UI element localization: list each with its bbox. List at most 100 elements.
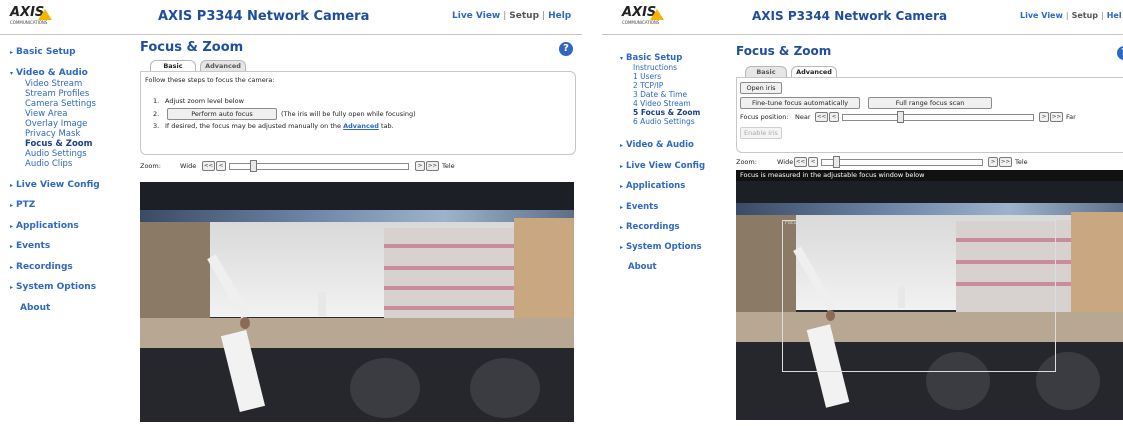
sidebar: ▸ Basic Setup ▾ Video & Audio Video Stream… [0,36,128,426]
sidebar-item-audio-settings[interactable]: 6 Audio Settings [633,117,695,126]
nav-label: Basic Setup [16,47,76,57]
arrow-right-icon: ▸ [10,202,14,209]
focus-window-label: Focus window [785,220,820,226]
zoom-slider-thumb[interactable] [249,160,257,172]
panel-gap [582,0,602,426]
arrow-down-icon: ▾ [10,70,14,77]
nav-events[interactable]: ▸ Events [620,202,658,212]
link-separator: | [542,11,546,21]
nav-events[interactable]: ▸ Events [10,241,50,251]
sidebar-item-tcpip[interactable]: 2 TCP/IP [633,81,663,90]
zoom-tele-fast-button[interactable]: >> [426,161,439,171]
nav-label: Recordings [16,262,73,272]
zoom-wide-fast-button[interactable]: << [202,161,215,171]
sidebar-item-overlay-image[interactable]: Overlay Image [25,119,87,129]
axis-logo[interactable]: AXIS COMMUNICATIONS [622,5,664,25]
nav-recordings[interactable]: ▸ Recordings [620,222,680,232]
fine-tune-focus-button[interactable]: Fine-tune focus automatically [740,97,860,109]
sidebar-item-camera-settings[interactable]: Camera Settings [25,99,96,109]
zoom-wide-step-button[interactable]: < [216,161,226,171]
sidebar-item-focus-zoom[interactable]: Focus & Zoom [25,139,92,149]
nav-video-audio[interactable]: ▾ Video & Audio [10,68,88,78]
nav-basic-setup[interactable]: ▸ Basic Setup [10,47,76,57]
nav-basic-setup[interactable]: ▾ Basic Setup [620,53,682,63]
focus-far-fast-button[interactable]: >> [1050,112,1063,122]
main-content: Focus & Zoom ? Basic Advanced Follow the… [136,36,582,426]
step-number: 2. [153,110,160,118]
zoom-wide-step-button[interactable]: < [808,157,818,167]
nav-ptz[interactable]: ▸ PTZ [10,200,35,210]
zoom-slider-thumb[interactable] [833,156,841,168]
focus-position-slider-thumb[interactable] [897,111,905,123]
sidebar-item-instructions[interactable]: Instructions [633,63,677,72]
nav-system-options[interactable]: ▸ System Options [620,242,702,252]
focus-near-fast-button[interactable]: << [815,112,828,122]
sidebar-item-focus-zoom[interactable]: 5 Focus & Zoom [633,108,700,117]
sidebar-item-users[interactable]: 1 Users [633,72,661,81]
nav-system-options[interactable]: ▸ System Options [10,282,96,292]
sidebar-item-audio-clips[interactable]: Audio Clips [25,159,72,169]
zoom-tele-fast-button[interactable]: >> [999,157,1012,167]
nav-label: Applications [626,181,686,191]
sidebar-item-video-stream[interactable]: Video Stream [25,79,82,89]
step-3-text: If desired, the focus may be adjusted ma… [165,122,394,130]
arrow-right-icon: ▸ [10,223,14,230]
nav-live-view-config[interactable]: ▸ Live View Config [10,180,100,190]
help-link[interactable]: Hel [1107,11,1122,20]
focus-near-label: Near [795,113,811,121]
zoom-wide-fast-button[interactable]: << [794,157,807,167]
nav-video-audio[interactable]: ▸ Video & Audio [620,140,694,150]
arrow-right-icon: ▸ [10,284,14,291]
zoom-tele-step-button[interactable]: > [415,161,425,171]
focus-info-bar: Focus is measured in the adjustable focu… [736,170,1123,181]
advanced-link[interactable]: Advanced [343,122,379,130]
focus-position-label: Focus position: [740,113,789,121]
logo-triangle-icon [650,9,664,20]
focus-far-step-button[interactable]: > [1039,112,1049,122]
nav-label: Basic Setup [626,53,683,63]
sidebar-item-privacy-mask[interactable]: Privacy Mask [25,129,80,139]
arrow-right-icon: ▸ [620,142,624,149]
nav-about[interactable]: About [628,262,657,272]
page-title: Focus & Zoom [736,44,832,58]
zoom-tele-step-button[interactable]: > [988,157,998,167]
enable-iris-button[interactable]: Enable iris [740,127,782,139]
help-icon[interactable]: ? [559,42,573,56]
live-view-link[interactable]: Live View [1020,11,1063,20]
live-view-link[interactable]: Live View [452,11,500,21]
header-divider [602,34,1123,35]
open-iris-button[interactable]: Open iris [740,82,782,94]
arrow-right-icon: ▸ [10,49,14,56]
nav-applications[interactable]: ▸ Applications [620,181,685,191]
sidebar-item-view-area[interactable]: View Area [25,109,67,119]
focus-near-step-button[interactable]: < [829,112,839,122]
help-link[interactable]: Help [548,11,571,21]
sidebar-item-date-time[interactable]: 3 Date & Time [633,90,687,99]
zoom-slider[interactable] [821,159,983,166]
nav-label: PTZ [16,200,36,210]
camera-live-image: Focus is measured in the adjustable focu… [736,170,1123,420]
focus-position-slider[interactable] [842,114,1034,121]
header-links: Live View | Setup | Help [452,11,571,21]
perform-auto-focus-button[interactable]: Perform auto focus [167,108,277,120]
focus-window[interactable]: Focus window [782,220,1056,372]
header: AXIS COMMUNICATIONS AXIS P3344 Network C… [0,0,582,34]
nav-about[interactable]: About [20,303,50,313]
tab-panel-advanced: Open iris Fine-tune focus automatically … [736,77,1123,153]
nav-live-view-config[interactable]: ▸ Live View Config [620,161,705,171]
full-range-focus-scan-button[interactable]: Full range focus scan [868,97,992,109]
sidebar-item-video-stream[interactable]: 4 Video Stream [633,99,691,108]
setup-link[interactable]: Setup [509,11,539,21]
nav-recordings[interactable]: ▸ Recordings [10,262,73,272]
sidebar-item-audio-settings[interactable]: Audio Settings [25,149,87,159]
nav-label: Recordings [626,222,680,232]
page-title: Focus & Zoom [140,40,244,55]
link-separator: | [1101,11,1104,20]
nav-label: About [20,303,51,313]
axis-logo[interactable]: AXIS COMMUNICATIONS [10,5,52,25]
help-icon[interactable]: ? [1117,46,1123,60]
sidebar-item-stream-profiles[interactable]: Stream Profiles [25,89,89,99]
nav-applications[interactable]: ▸ Applications [10,221,79,231]
setup-link[interactable]: Setup [1072,11,1098,20]
header-links: Live View | Setup | Hel [1020,11,1122,20]
